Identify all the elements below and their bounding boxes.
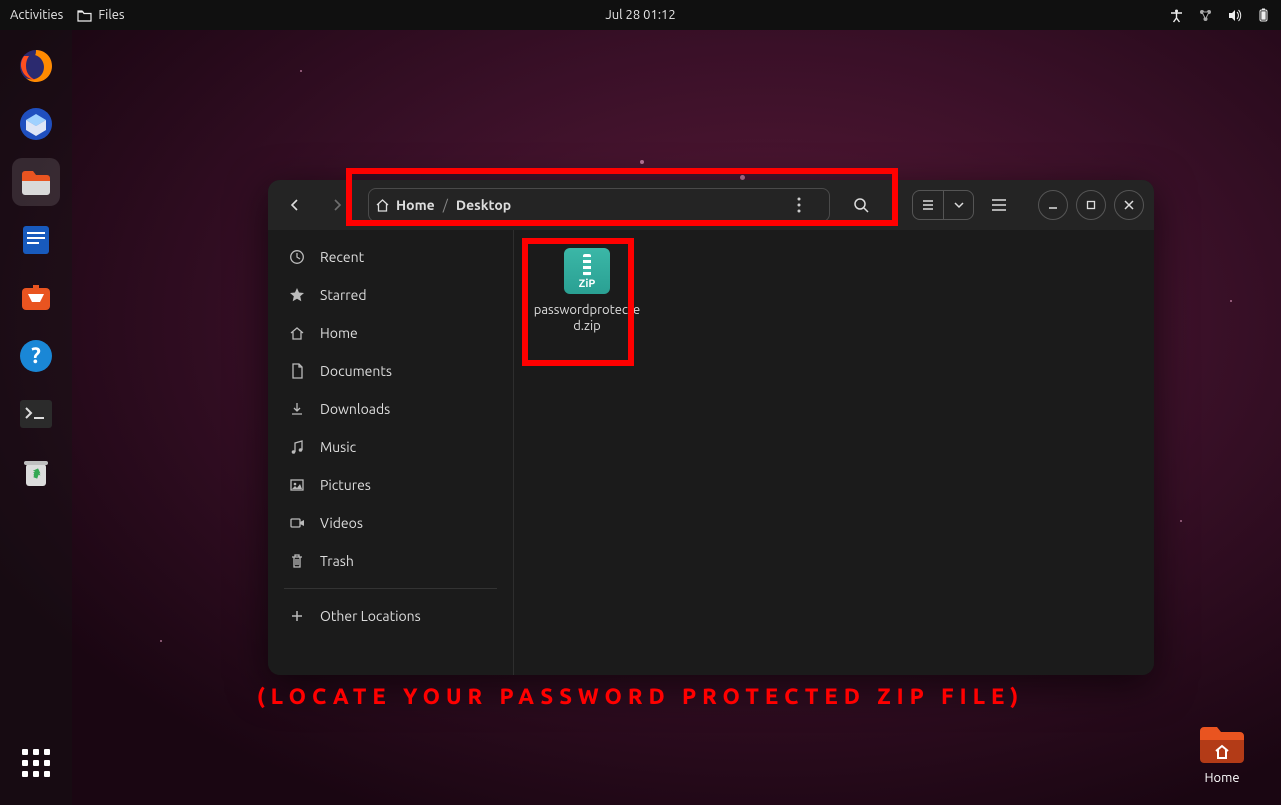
desktop-home-folder[interactable]: Home (1187, 721, 1257, 785)
desktop-item-label: Home (1187, 771, 1257, 785)
maximize-button[interactable] (1076, 190, 1106, 220)
video-icon (288, 514, 306, 532)
maximize-icon (1085, 199, 1097, 211)
folder-icon (1196, 721, 1248, 765)
clock-label: Jul 28 01:12 (605, 8, 675, 22)
sidebar-item-music[interactable]: Music (268, 428, 513, 466)
chevron-down-icon (954, 200, 964, 210)
sidebar-item-label: Recent (320, 249, 364, 265)
svg-text:?: ? (31, 343, 41, 368)
download-icon (288, 400, 306, 418)
chevron-right-icon (331, 199, 343, 211)
sidebar-item-trash[interactable]: Trash (268, 542, 513, 580)
forward-button[interactable] (320, 188, 354, 222)
sidebar-item-label: Starred (320, 287, 367, 303)
sidebar-item-label: Home (320, 325, 358, 341)
file-item-zip[interactable]: ZiP passwordprotected.zip (532, 248, 642, 335)
accessibility-icon[interactable] (1169, 8, 1184, 23)
close-button[interactable] (1114, 190, 1144, 220)
plus-icon (288, 607, 306, 625)
back-button[interactable] (278, 188, 312, 222)
sidebar-item-downloads[interactable]: Downloads (268, 390, 513, 428)
sidebar-item-label: Pictures (320, 477, 371, 493)
volume-icon[interactable] (1227, 8, 1242, 23)
sidebar-item-label: Other Locations (320, 608, 421, 624)
search-icon (853, 197, 869, 213)
sidebar-item-starred[interactable]: Starred (268, 276, 513, 314)
sidebar-separator (284, 588, 497, 589)
file-pane[interactable]: ZiP passwordprotected.zip (514, 230, 1154, 675)
sidebar-item-label: Videos (320, 515, 363, 531)
clock[interactable]: Jul 28 01:12 (605, 8, 675, 22)
list-view-button[interactable] (913, 190, 943, 220)
dock-app-libreoffice-writer[interactable] (12, 216, 60, 264)
view-mode-switcher (912, 190, 974, 220)
breadcrumb-home[interactable]: Home (375, 197, 435, 213)
sidebar-item-other-locations[interactable]: Other Locations (268, 597, 513, 635)
app-menu[interactable]: Files (77, 8, 124, 23)
dock-app-terminal[interactable] (12, 390, 60, 438)
file-label: passwordprotected.zip (532, 302, 642, 335)
dock-app-ubuntu-software[interactable] (12, 274, 60, 322)
decoration-star (1180, 520, 1182, 522)
activities-button[interactable]: Activities (10, 8, 63, 22)
show-applications-button[interactable] (12, 739, 60, 787)
sidebar-item-videos[interactable]: Videos (268, 504, 513, 542)
dock: ? (0, 30, 72, 805)
annotation-text: (LOCATE YOUR PASSWORD PROTECTED ZIP FILE… (141, 684, 1141, 709)
decoration-star (300, 70, 302, 72)
decoration-star (160, 640, 162, 642)
star-icon (288, 286, 306, 304)
sidebar-item-home[interactable]: Home (268, 314, 513, 352)
dock-app-help[interactable]: ? (12, 332, 60, 380)
breadcrumb-separator: / (443, 197, 448, 213)
dock-app-firefox[interactable] (12, 42, 60, 90)
sidebar-item-label: Downloads (320, 401, 390, 417)
breadcrumb-current[interactable]: Desktop (456, 197, 511, 213)
hamburger-icon (991, 198, 1007, 212)
trash-icon (288, 552, 306, 570)
hamburger-menu-button[interactable] (982, 188, 1016, 222)
breadcrumb-current-label: Desktop (456, 197, 511, 213)
top-panel: Activities Files Jul 28 01:12 (0, 0, 1281, 30)
dock-app-files[interactable] (12, 158, 60, 206)
folder-icon (77, 8, 92, 23)
chevron-left-icon (289, 199, 301, 211)
kebab-icon (797, 197, 801, 213)
search-button[interactable] (844, 188, 878, 222)
decoration-star (1230, 300, 1232, 302)
decoration-star (640, 160, 644, 164)
dock-app-trash[interactable] (12, 448, 60, 496)
close-icon (1123, 199, 1135, 211)
sidebar: Recent Starred Home Documents Downloads … (268, 230, 514, 675)
sidebar-item-label: Documents (320, 363, 392, 379)
list-icon (921, 198, 935, 212)
music-icon (288, 438, 306, 456)
home-icon (288, 324, 306, 342)
clock-icon (288, 248, 306, 266)
breadcrumb-home-label: Home (396, 197, 435, 213)
battery-icon[interactable] (1256, 8, 1271, 23)
document-icon (288, 362, 306, 380)
titlebar: Home / Desktop (268, 180, 1154, 230)
sidebar-item-pictures[interactable]: Pictures (268, 466, 513, 504)
path-menu-button[interactable] (797, 197, 823, 213)
sidebar-item-label: Music (320, 439, 356, 455)
activities-label: Activities (10, 8, 63, 22)
dock-app-thunderbird[interactable] (12, 100, 60, 148)
network-icon[interactable] (1198, 8, 1213, 23)
minimize-button[interactable] (1038, 190, 1068, 220)
sidebar-item-documents[interactable]: Documents (268, 352, 513, 390)
sidebar-item-label: Trash (320, 553, 354, 569)
sidebar-item-recent[interactable]: Recent (268, 238, 513, 276)
app-menu-label: Files (98, 8, 124, 22)
files-window: Home / Desktop (268, 180, 1154, 675)
zip-icon: ZiP (564, 248, 610, 294)
view-dropdown-button[interactable] (943, 190, 973, 220)
home-icon (375, 198, 390, 212)
path-bar[interactable]: Home / Desktop (368, 188, 830, 222)
minimize-icon (1047, 199, 1059, 211)
picture-icon (288, 476, 306, 494)
